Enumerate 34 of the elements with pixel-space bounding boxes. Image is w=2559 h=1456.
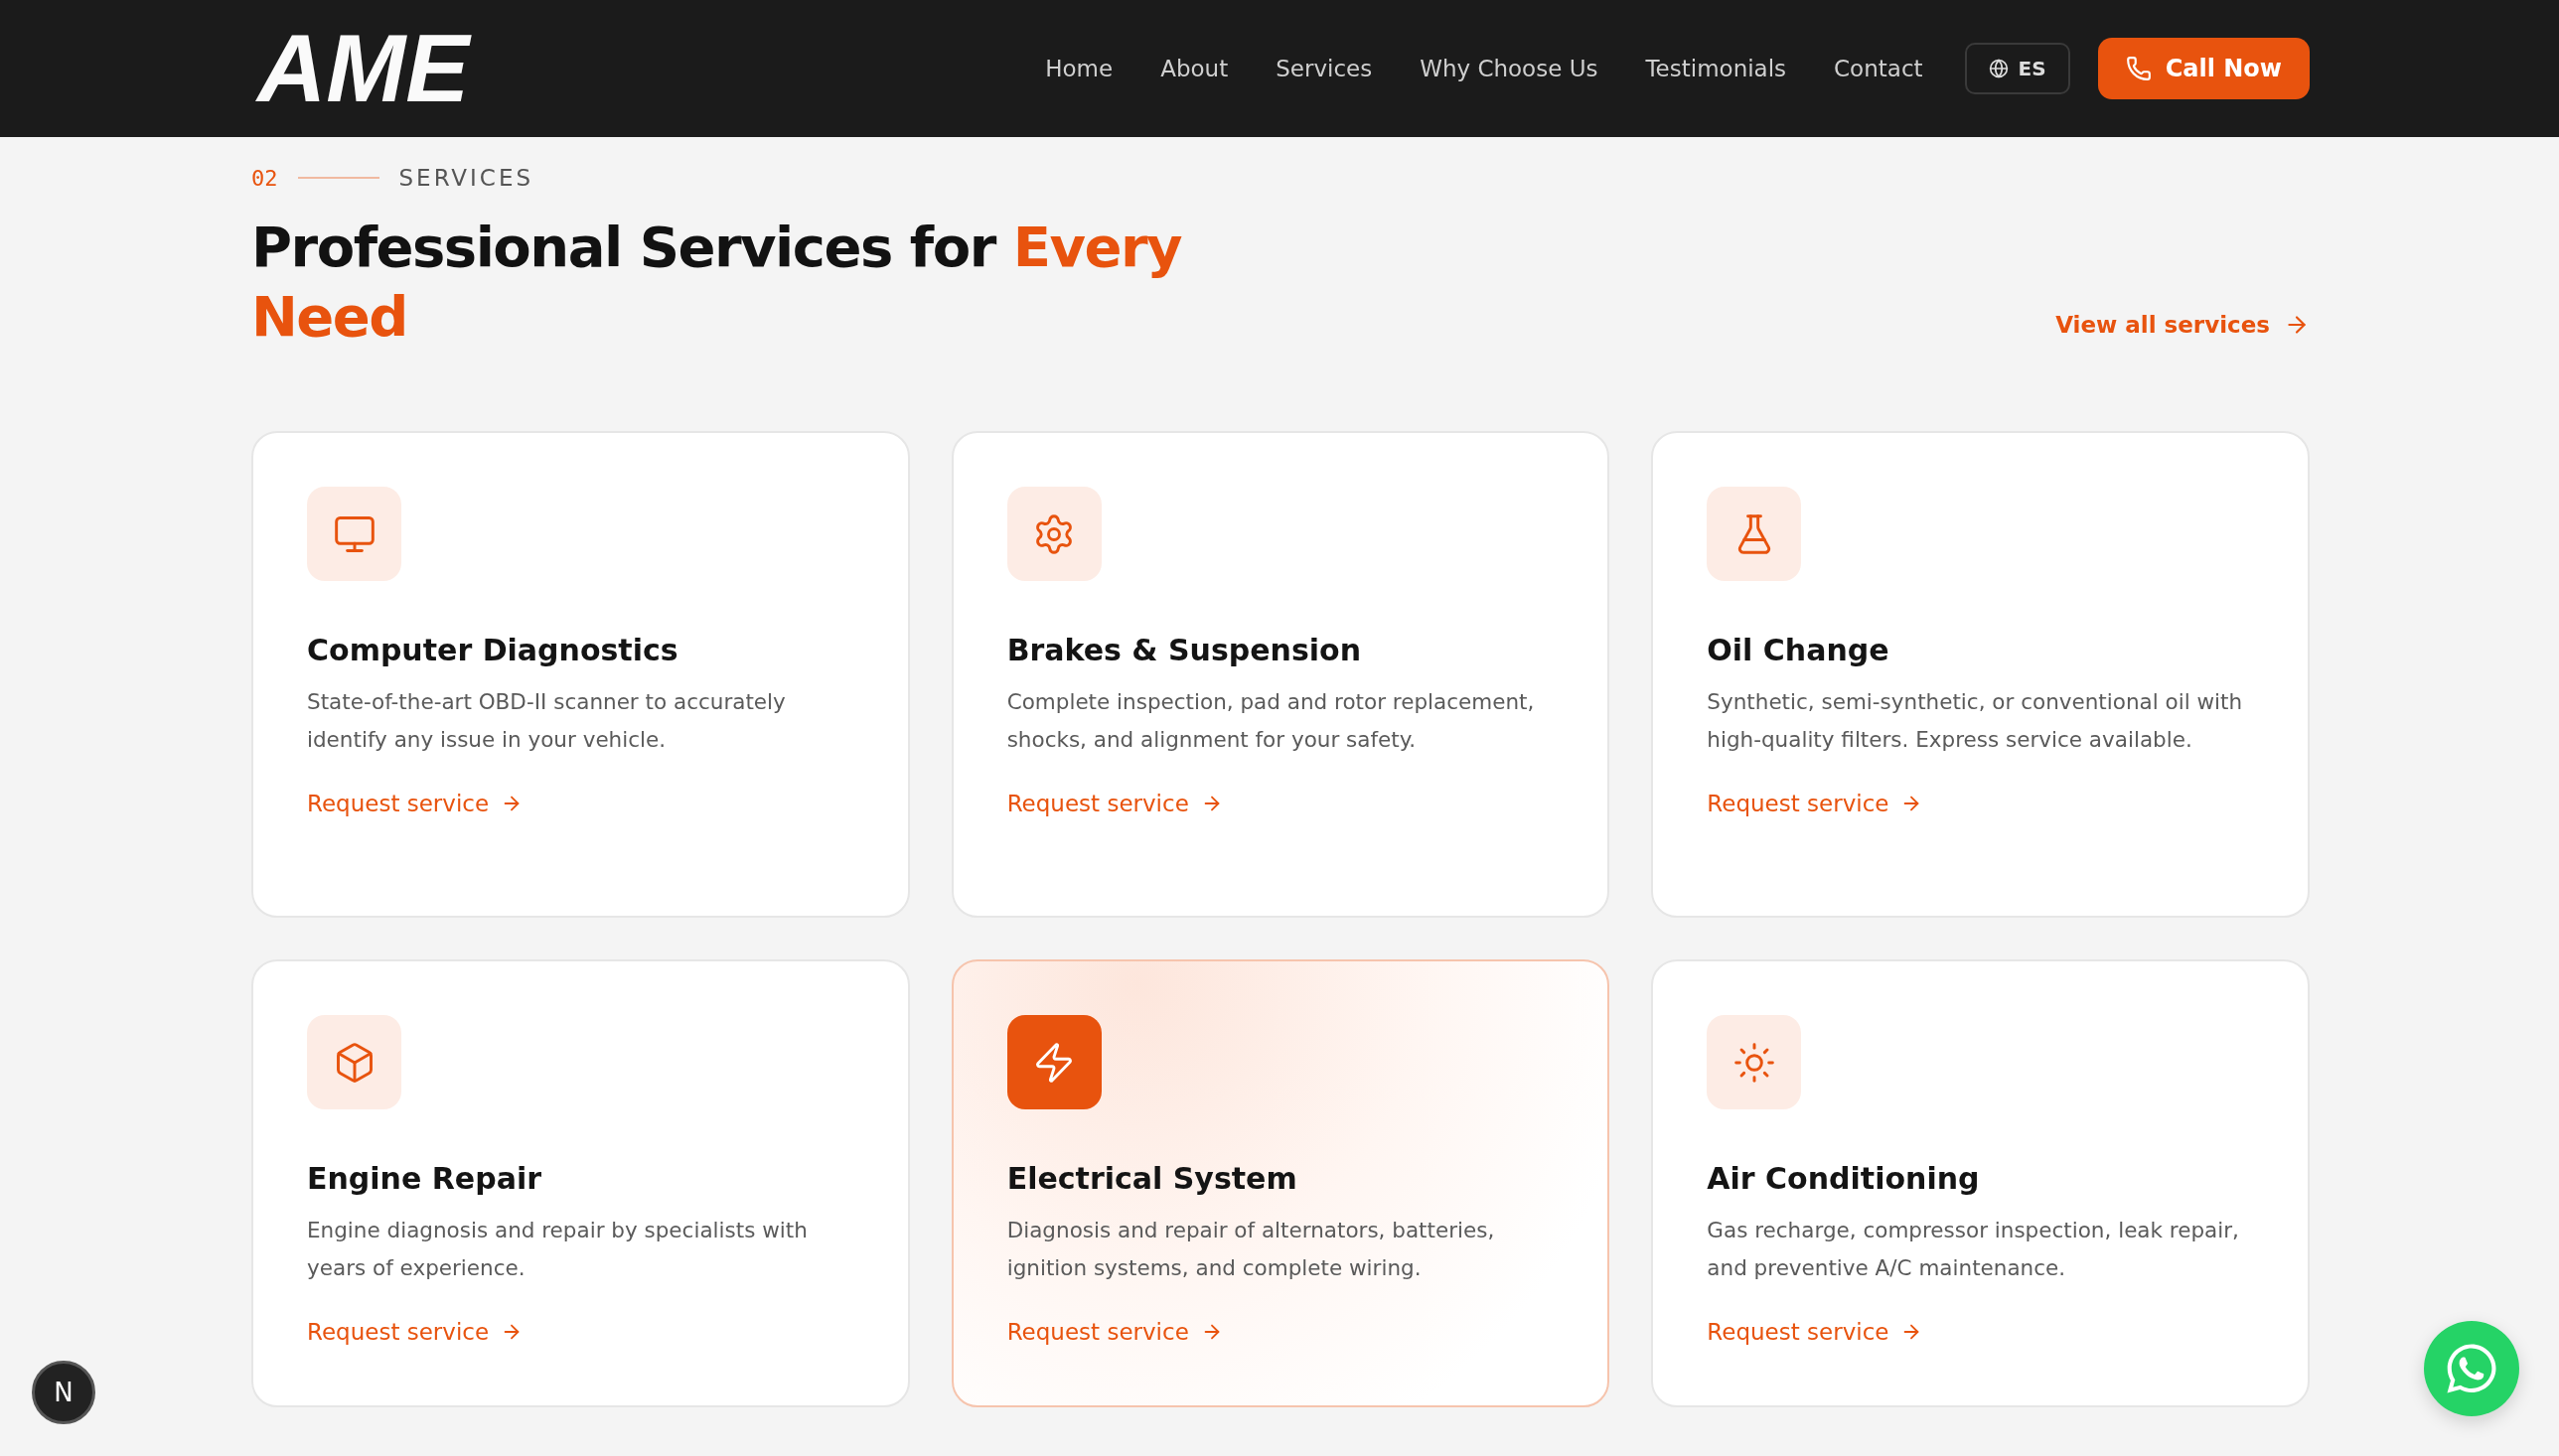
language-button[interactable]: ES — [1964, 43, 2070, 94]
request-service-link[interactable]: Request service — [1006, 1319, 1223, 1345]
request-service-link[interactable]: Request service — [1707, 791, 1923, 816]
section-title: Professional Services for Every Need — [251, 214, 1183, 351]
request-service-link[interactable]: Request service — [1707, 1319, 1923, 1345]
nav-link[interactable]: Services — [1276, 56, 1373, 81]
card-description: Complete inspection, pad and rotor replacement, shocks, and alignment for your safety. — [1006, 688, 1536, 754]
card-title: Computer Diagnostics — [307, 633, 678, 667]
globe-icon — [1988, 59, 2009, 78]
card-description: Gas recharge, compressor inspection, leak repair, and preventive A/C maintenance. — [1707, 1217, 2240, 1282]
nav-link[interactable]: Contact — [1834, 56, 1923, 81]
card-description: State-of-the-art OBD-II scanner to accurately identify any issue in your vehicle. — [307, 688, 787, 754]
sun-icon — [1731, 1040, 1776, 1085]
card-description: Synthetic, semi-synthetic, or conventional oil with high-quality filters. Express service available. — [1707, 688, 2244, 754]
request-service-link[interactable]: Request service — [1006, 791, 1223, 816]
card-title: Engine Repair — [307, 1161, 541, 1196]
call-now-button[interactable]: Call Now — [2097, 38, 2310, 99]
section-number: 02 — [251, 165, 278, 191]
nav-link[interactable]: About — [1160, 56, 1229, 81]
request-service-link[interactable]: Request service — [307, 791, 524, 816]
request-service-link[interactable]: Request service — [307, 1319, 524, 1345]
dev-badge[interactable]: N — [32, 1361, 95, 1424]
phone-icon — [2125, 56, 2152, 81]
card-description: Engine diagnosis and repair by specialists with years of experience. — [307, 1217, 809, 1282]
card-title: Electrical System — [1006, 1161, 1297, 1196]
card-title: Air Conditioning — [1707, 1161, 1980, 1196]
nav-link[interactable]: Home — [1045, 56, 1114, 81]
card-title: Oil Change — [1707, 633, 1889, 667]
nav-link[interactable]: Testimonials — [1645, 56, 1787, 81]
nav-link[interactable]: Why Choose Us — [1420, 56, 1598, 81]
card-title: Brakes & Suspension — [1006, 633, 1362, 667]
card-description: Diagnosis and repair of alternators, batteries, ignition systems, and complete wiring. — [1006, 1217, 1496, 1282]
logo[interactable]: AME — [251, 5, 500, 132]
section-eyebrow: SERVICES — [398, 165, 534, 191]
